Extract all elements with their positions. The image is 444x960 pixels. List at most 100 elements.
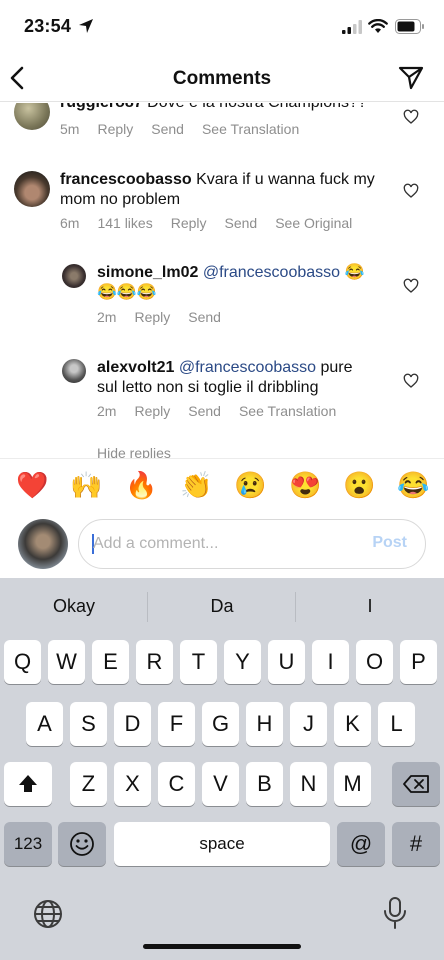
space-key[interactable]: space xyxy=(114,822,330,866)
smiley-icon xyxy=(70,832,94,856)
see-translation-button[interactable]: See Translation xyxy=(202,121,299,137)
key-p[interactable]: P xyxy=(400,640,437,684)
comment-input[interactable]: Add a comment... Post xyxy=(78,519,426,569)
see-original-button[interactable]: See Original xyxy=(275,215,352,231)
comment-text-line: Kvara if u wanna fuck my xyxy=(196,171,375,188)
comment-time: 6m xyxy=(60,215,80,231)
suggestion-3[interactable]: I xyxy=(296,596,444,617)
at-key[interactable]: @ xyxy=(337,822,385,866)
key-h[interactable]: H xyxy=(246,702,283,746)
key-s[interactable]: S xyxy=(70,702,107,746)
emoji-keyboard-key[interactable] xyxy=(58,822,106,866)
send-button[interactable]: Send xyxy=(188,403,221,419)
globe-icon[interactable] xyxy=(32,898,64,930)
status-bar: 23:54 xyxy=(0,0,444,56)
key-w[interactable]: W xyxy=(48,640,85,684)
avatar[interactable] xyxy=(62,359,86,383)
likes-count[interactable]: 141 likes xyxy=(97,215,152,231)
comment-time: 2m xyxy=(97,403,117,419)
key-r[interactable]: R xyxy=(136,640,173,684)
hash-key[interactable]: # xyxy=(392,822,440,866)
key-c[interactable]: C xyxy=(158,762,195,806)
comment-username[interactable]: ruggiero87 xyxy=(60,103,143,111)
hide-replies-button[interactable]: Hide replies xyxy=(97,445,171,458)
key-d[interactable]: D xyxy=(114,702,151,746)
comment-text: Dove è la nostra Champions?? xyxy=(147,103,367,111)
avatar[interactable] xyxy=(14,103,50,130)
microphone-icon[interactable] xyxy=(382,896,408,930)
backspace-key[interactable] xyxy=(392,762,440,806)
key-o[interactable]: O xyxy=(356,640,393,684)
key-i[interactable]: I xyxy=(312,640,349,684)
send-button[interactable]: Send xyxy=(151,121,184,137)
reply-button[interactable]: Reply xyxy=(97,121,133,137)
emoji-quick-bar: ❤️ 🙌 🔥 👏 😢 😍 😮 😂 xyxy=(0,458,444,514)
comment-username[interactable]: simone_lm02 xyxy=(97,264,198,281)
comment-emoji: 😂 xyxy=(344,264,365,281)
mention-link[interactable]: @francescoobasso xyxy=(179,359,316,376)
location-arrow-icon xyxy=(79,19,93,33)
comments-list[interactable]: ruggiero87 Dove è la nostra Champions?? … xyxy=(0,103,444,458)
my-avatar xyxy=(18,519,68,569)
wifi-icon xyxy=(368,19,388,33)
key-f[interactable]: F xyxy=(158,702,195,746)
comments-header: Comments xyxy=(0,56,444,102)
comment-username[interactable]: francescoobasso xyxy=(60,171,192,188)
emoji-heart-eyes-button[interactable]: 😍 xyxy=(289,469,321,501)
status-time: 23:54 xyxy=(24,16,72,36)
backspace-icon xyxy=(403,775,429,793)
key-z[interactable]: Z xyxy=(70,762,107,806)
comment-text-line: sul letto non si toglie il dribbling xyxy=(97,379,319,396)
key-t[interactable]: T xyxy=(180,640,217,684)
key-n[interactable]: N xyxy=(290,762,327,806)
comment-time: 5m xyxy=(60,121,80,137)
direct-message-icon[interactable] xyxy=(398,66,424,90)
key-j[interactable]: J xyxy=(290,702,327,746)
key-q[interactable]: Q xyxy=(4,640,41,684)
key-g[interactable]: G xyxy=(202,702,239,746)
mention-link[interactable]: @francescoobasso xyxy=(203,264,340,281)
reply-button[interactable]: Reply xyxy=(171,215,207,231)
key-v[interactable]: V xyxy=(202,762,239,806)
heart-icon[interactable] xyxy=(403,109,419,125)
comment-input-placeholder: Add a comment... xyxy=(93,535,219,552)
emoji-cry-button[interactable]: 😢 xyxy=(234,469,266,501)
numbers-key[interactable]: 123 xyxy=(4,822,52,866)
home-indicator[interactable] xyxy=(143,944,301,949)
page-title: Comments xyxy=(172,68,272,89)
send-button[interactable]: Send xyxy=(225,215,258,231)
emoji-clap-button[interactable]: 👏 xyxy=(180,469,212,501)
key-e[interactable]: E xyxy=(92,640,129,684)
cellular-signal-icon xyxy=(342,20,362,34)
emoji-laughing-button[interactable]: 😂 xyxy=(397,469,429,501)
comment-emoji-line: 😂😂😂 xyxy=(97,284,157,301)
emoji-raised-hands-button[interactable]: 🙌 xyxy=(70,469,102,501)
key-y[interactable]: Y xyxy=(224,640,261,684)
keyboard: Okay Da I Q W E R T Y U I O P A S D F G … xyxy=(0,578,444,960)
emoji-fire-button[interactable]: 🔥 xyxy=(125,469,157,501)
see-translation-button[interactable]: See Translation xyxy=(239,403,336,419)
emoji-heart-button[interactable]: ❤️ xyxy=(16,469,48,501)
reply-button[interactable]: Reply xyxy=(134,309,170,325)
shift-key[interactable] xyxy=(4,762,52,806)
heart-icon[interactable] xyxy=(403,278,419,294)
key-b[interactable]: B xyxy=(246,762,283,806)
suggestion-1[interactable]: Okay xyxy=(0,596,148,617)
key-k[interactable]: K xyxy=(334,702,371,746)
post-button[interactable]: Post xyxy=(372,534,407,552)
key-a[interactable]: A xyxy=(26,702,63,746)
key-x[interactable]: X xyxy=(114,762,151,806)
comment-username[interactable]: alexvolt21 xyxy=(97,359,174,376)
send-button[interactable]: Send xyxy=(188,309,221,325)
suggestion-2[interactable]: Da xyxy=(148,596,296,617)
comment-text-line: pure xyxy=(320,359,353,376)
avatar[interactable] xyxy=(62,264,86,288)
key-m[interactable]: M xyxy=(334,762,371,806)
emoji-surprised-button[interactable]: 😮 xyxy=(343,469,375,501)
heart-icon[interactable] xyxy=(403,373,419,389)
key-u[interactable]: U xyxy=(268,640,305,684)
avatar[interactable] xyxy=(14,171,50,207)
reply-button[interactable]: Reply xyxy=(134,403,170,419)
heart-icon[interactable] xyxy=(403,183,419,199)
key-l[interactable]: L xyxy=(378,702,415,746)
